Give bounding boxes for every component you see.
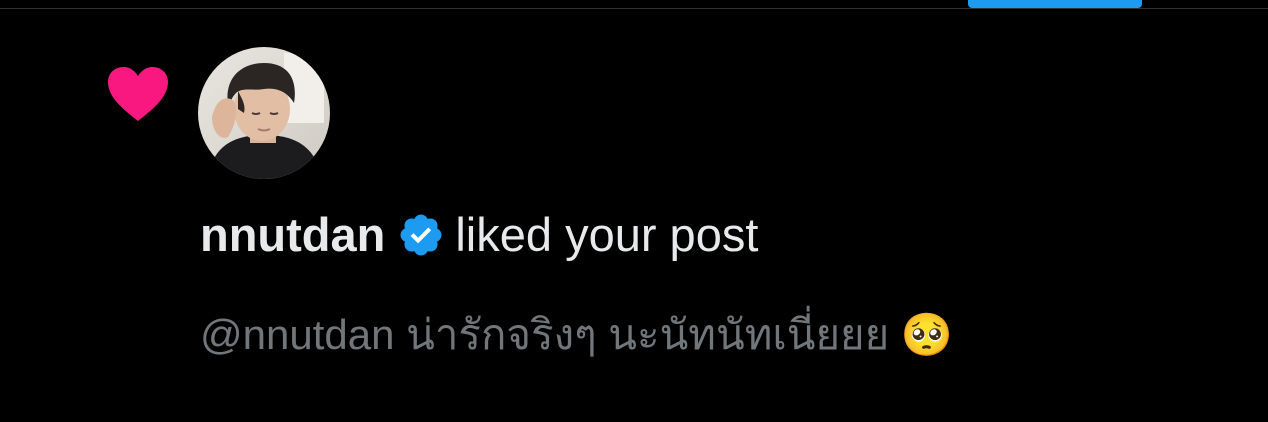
active-tab-indicator — [968, 0, 1142, 8]
username-link[interactable]: nnutdan — [200, 209, 385, 261]
notification-headline: nnutdan liked your post — [200, 209, 758, 261]
action-text: liked your post — [455, 208, 759, 261]
verified-badge-icon — [400, 214, 442, 256]
post-preview-text[interactable]: @nnutdan น่ารักจริงๆ นะนัทนัทเนี่ยยย 🥺 — [200, 309, 953, 361]
notification-item[interactable]: nnutdan liked your post @nnutdan น่ารักจ… — [0, 9, 1268, 422]
heart-icon — [108, 67, 168, 121]
avatar[interactable] — [198, 47, 330, 179]
